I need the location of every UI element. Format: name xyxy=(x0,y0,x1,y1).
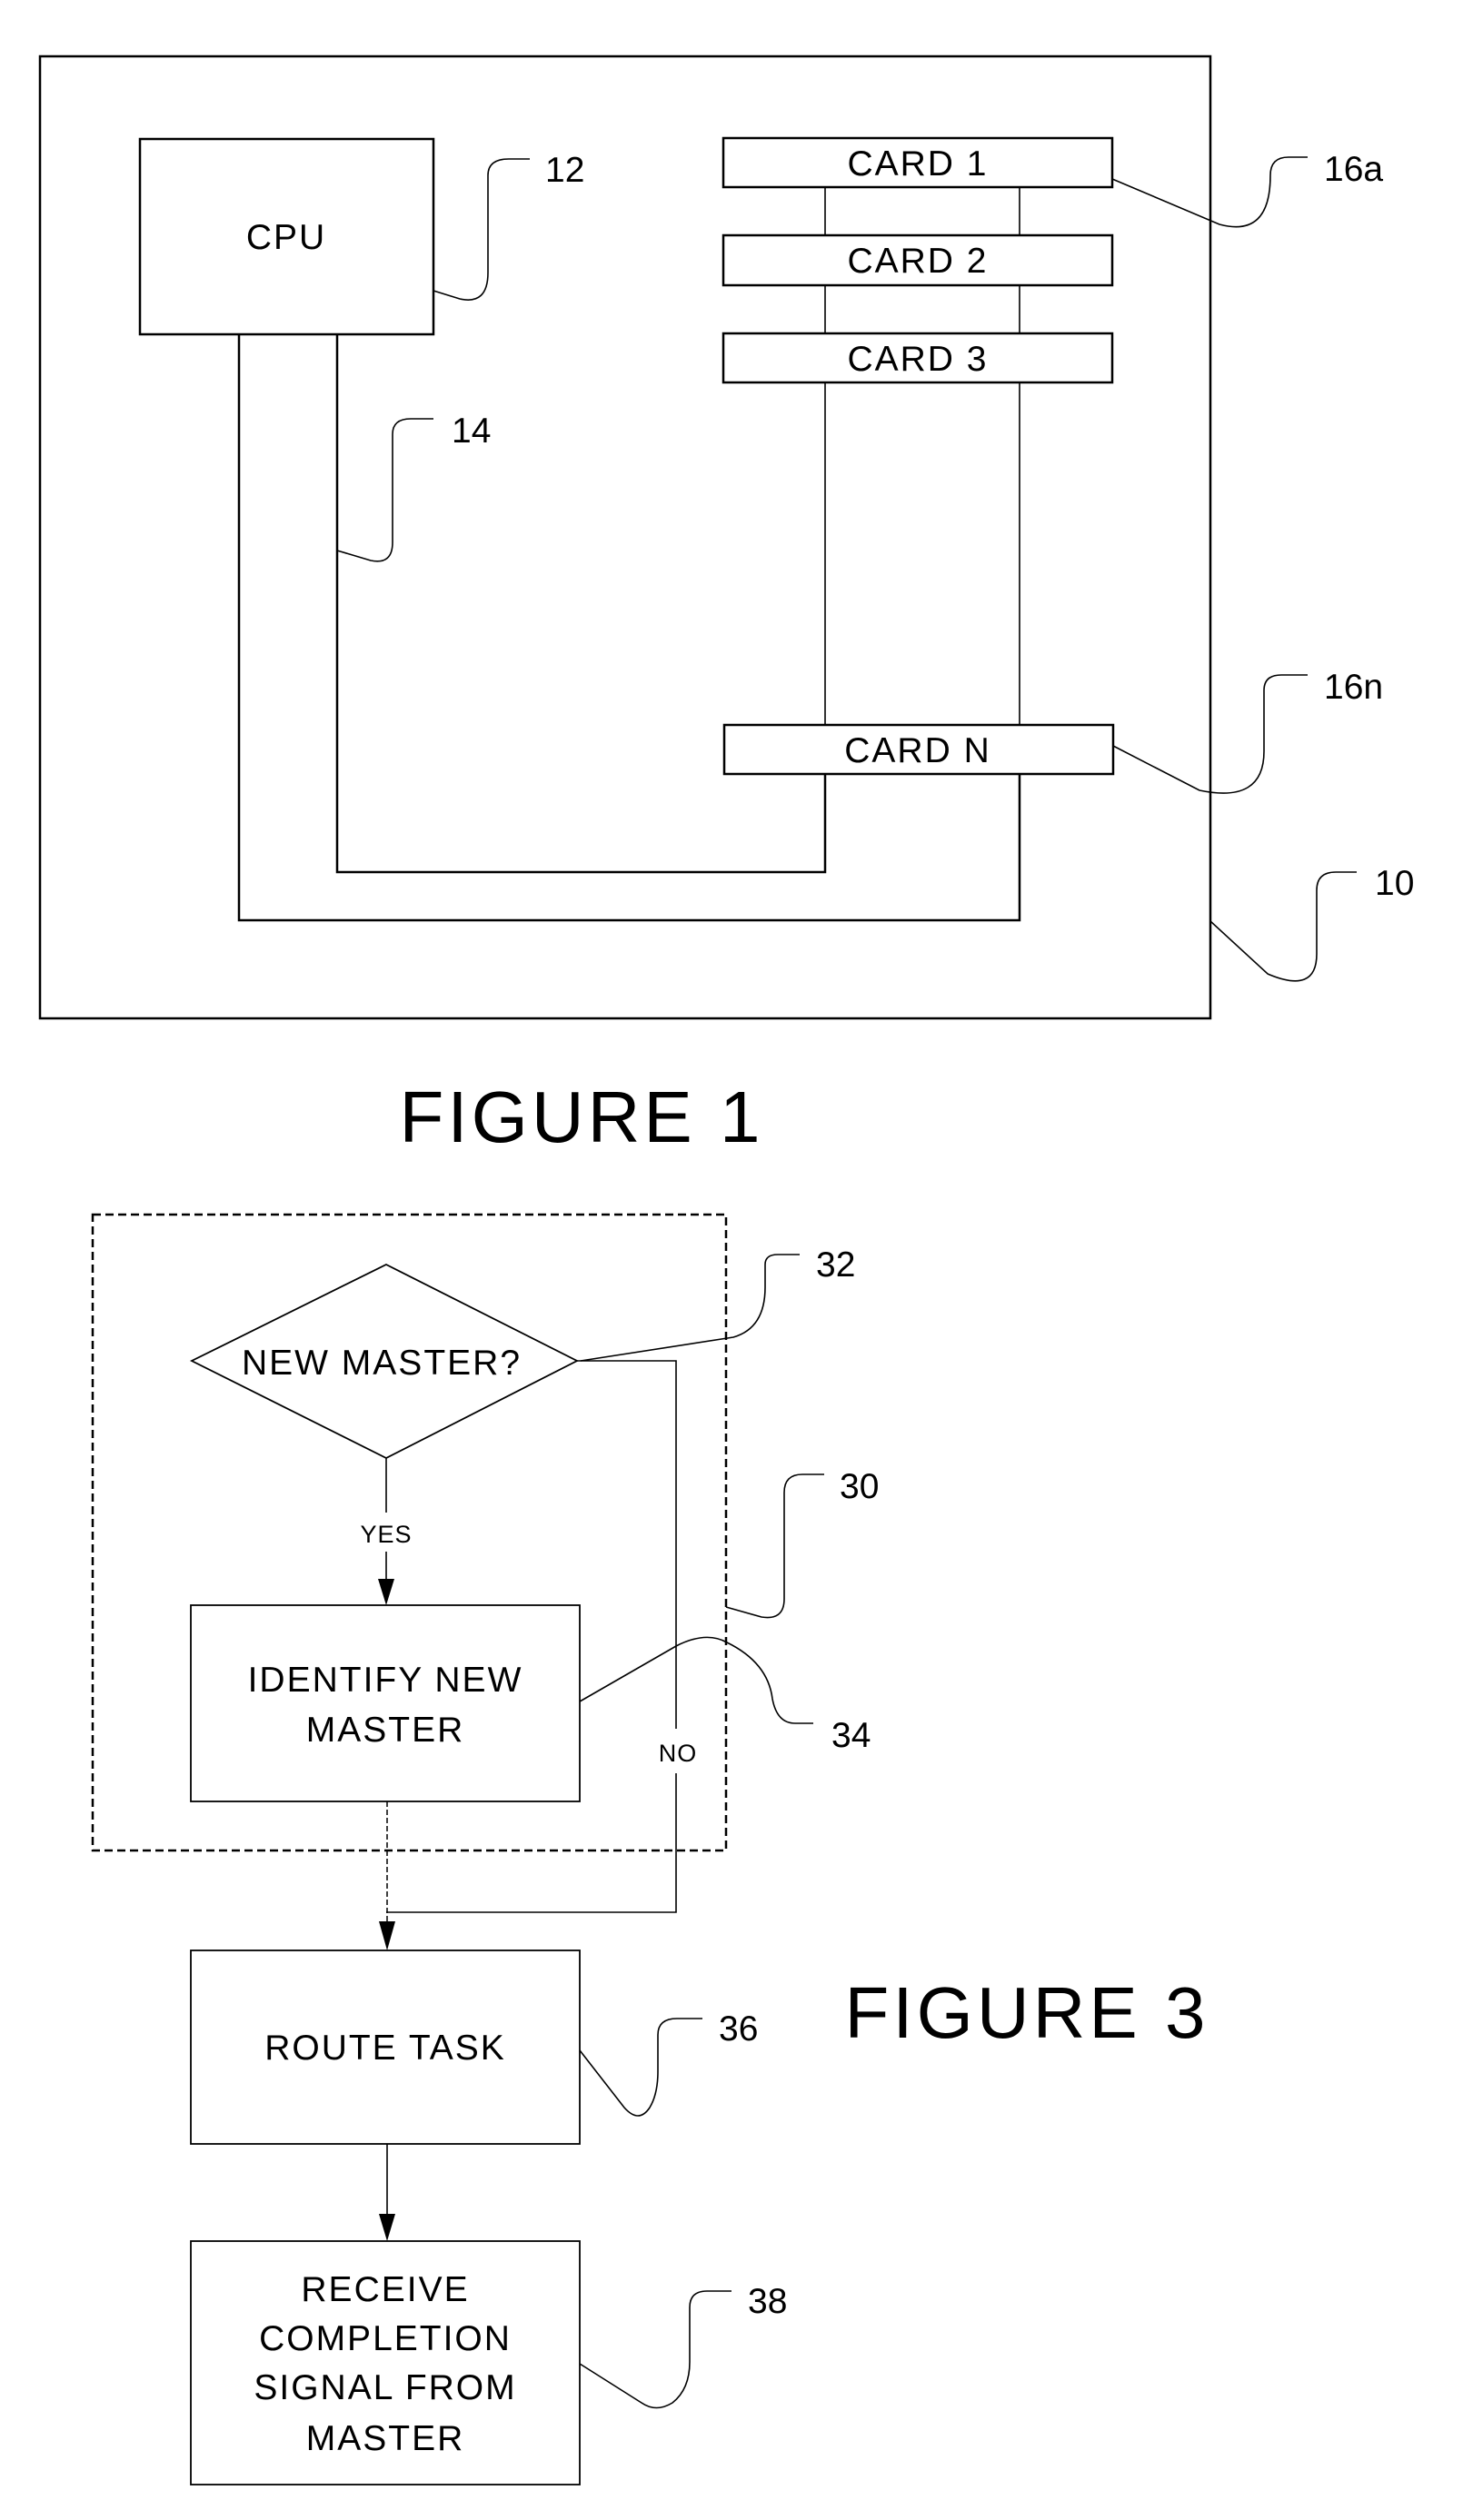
cpu-label: CPU xyxy=(246,218,326,257)
ref-10: 10 xyxy=(1375,864,1414,903)
ref-16n: 16n xyxy=(1324,668,1383,707)
no-label: NO xyxy=(659,1740,698,1767)
leader-32 xyxy=(580,1254,800,1362)
card-n: CARD N xyxy=(722,723,1115,776)
route-label: ROUTE TASK xyxy=(264,2029,506,2068)
card-1-label: CARD 1 xyxy=(847,144,988,184)
receive-label-line-2: COMPLETION xyxy=(259,2319,512,2358)
receive-label-line-1: RECEIVE xyxy=(301,2270,469,2309)
patent-drawing-sheet: CPU CARD 1 CARD 2 CARD 3 CARD N 12 14 16… xyxy=(38,55,1414,2485)
leader-12 xyxy=(433,158,530,301)
ref-32: 32 xyxy=(816,1245,855,1285)
figure-3-caption: FIGURE 3 xyxy=(845,1972,1209,2053)
figure-3: NEW MASTER? YES NO IDENTIFY NEW MASTER R… xyxy=(91,1213,1209,2485)
figure-1: CPU CARD 1 CARD 2 CARD 3 CARD N 12 14 16… xyxy=(38,55,1414,1157)
arrowhead-down-icon xyxy=(378,1579,394,1605)
step-receive-completion: RECEIVE COMPLETION SIGNAL FROM MASTER xyxy=(190,2240,581,2485)
card-3: CARD 3 xyxy=(722,332,1114,384)
identify-label-line-2: MASTER xyxy=(306,1711,465,1750)
arrowhead-down-icon xyxy=(379,2214,395,2241)
card-2: CARD 2 xyxy=(722,233,1114,287)
card-3-label: CARD 3 xyxy=(847,340,988,379)
ref-34: 34 xyxy=(831,1716,871,1755)
card-2-label: CARD 2 xyxy=(847,242,988,281)
leader-14 xyxy=(336,418,433,562)
decision-label: NEW MASTER? xyxy=(242,1344,522,1383)
ref-16a: 16a xyxy=(1324,150,1383,189)
identify-label-line-1: IDENTIFY NEW xyxy=(248,1661,523,1700)
bus-line-inner xyxy=(335,334,827,874)
ref-30: 30 xyxy=(840,1467,879,1506)
bus-line-outer xyxy=(237,334,1021,922)
leader-34 xyxy=(579,1636,813,1724)
identify-box xyxy=(190,1604,581,1802)
leader-10 xyxy=(1209,871,1357,982)
leader-36 xyxy=(579,2018,702,2117)
decision-new-master: NEW MASTER? xyxy=(189,1263,579,1460)
figure-1-caption: FIGURE 1 xyxy=(400,1076,764,1157)
no-connector-top xyxy=(577,1360,677,1729)
ref-36: 36 xyxy=(719,2009,758,2049)
leader-30 xyxy=(725,1473,824,1619)
arrowhead-down-icon xyxy=(379,1921,395,1950)
yes-label: YES xyxy=(360,1521,412,1548)
receive-label-line-4: MASTER xyxy=(306,2419,465,2458)
ref-38: 38 xyxy=(748,2282,787,2321)
leader-38 xyxy=(579,2290,732,2409)
cpu-block: CPU xyxy=(138,137,435,336)
ref-12: 12 xyxy=(545,151,584,190)
ref-14: 14 xyxy=(452,412,491,451)
receive-label-line-3: SIGNAL FROM xyxy=(254,2368,516,2407)
step-identify-new-master: IDENTIFY NEW MASTER xyxy=(190,1604,581,1802)
step-route-task: ROUTE TASK xyxy=(190,1950,581,2145)
card-n-label: CARD N xyxy=(844,731,991,770)
card-1: CARD 1 xyxy=(722,136,1114,189)
